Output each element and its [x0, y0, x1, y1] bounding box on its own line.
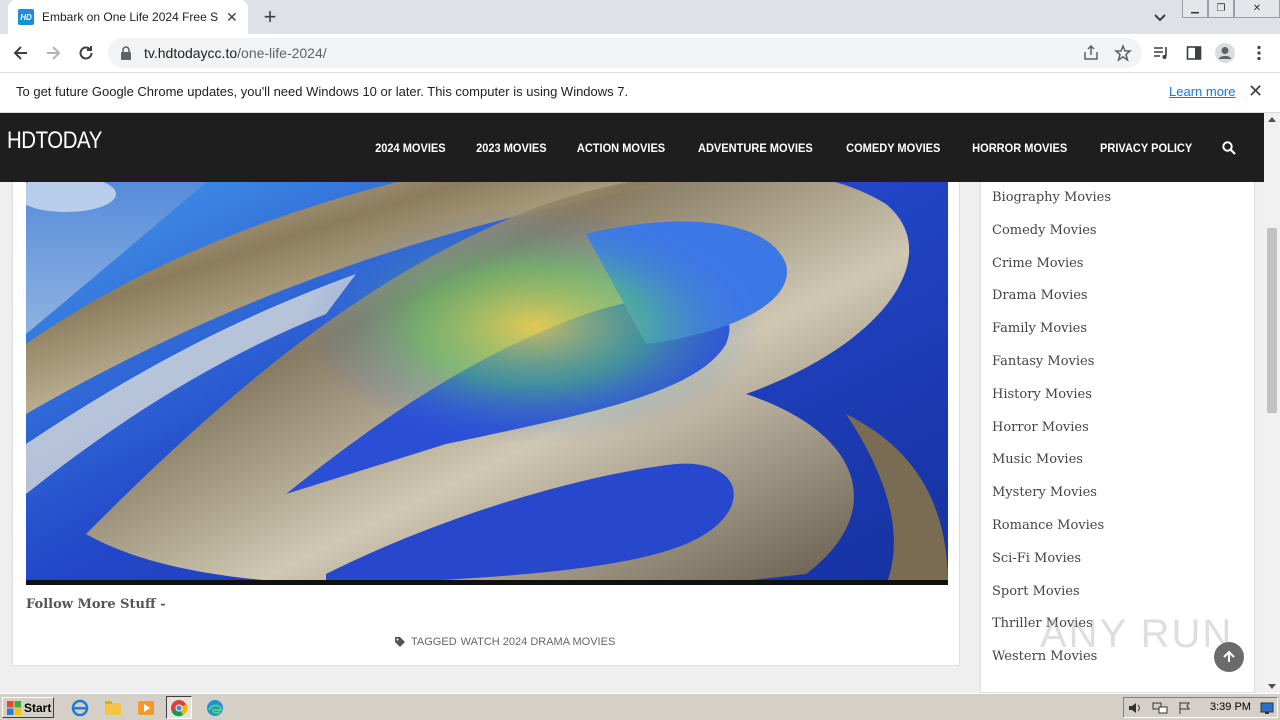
chrome-taskbar-button[interactable]	[166, 696, 192, 719]
category-link-biography-movies[interactable]: Biography Movies	[992, 182, 1254, 215]
back-arrow-icon[interactable]	[10, 42, 32, 64]
infobar-message: To get future Google Chrome updates, you…	[16, 84, 629, 99]
nav-item-2023-movies[interactable]: 2023 MOVIES	[476, 141, 547, 155]
scroll-thumb[interactable]	[1267, 228, 1277, 413]
nav-item-action-movies[interactable]: ACTION MOVIES	[577, 141, 665, 155]
site-favicon-icon: HD	[18, 9, 34, 25]
scroll-up-arrow-icon[interactable]	[1268, 117, 1276, 122]
category-list: Biography Movies Comedy Movies Crime Movie…	[981, 114, 1254, 674]
address-bar[interactable]: tv.hdtodaycc.to/one-life-2024/	[108, 38, 1142, 68]
nav-item-horror-movies[interactable]: HORROR MOVIES	[973, 141, 1068, 155]
scroll-down-arrow-icon[interactable]	[1268, 684, 1276, 689]
windows-taskbar: Start 3:39 PM	[0, 693, 1280, 720]
category-link-mystery-movies[interactable]: Mystery Movies	[992, 477, 1254, 510]
system-tray: 3:39 PM	[1123, 697, 1278, 718]
infobar-close-icon[interactable]: ✕	[1248, 81, 1263, 102]
post-tags: TAGGED WATCH 2024 DRAMA MOVIES	[395, 636, 615, 648]
new-tab-icon[interactable]: +	[258, 5, 282, 29]
category-link-fantasy-movies[interactable]: Fantasy Movies	[992, 346, 1254, 379]
page-scrollbar[interactable]	[1264, 113, 1280, 693]
forward-arrow-icon[interactable]	[42, 42, 64, 64]
category-link-drama-movies[interactable]: Drama Movies	[992, 280, 1254, 313]
anyrun-watermark: ANY RUN	[1040, 612, 1234, 656]
main-navigation: 2024 MOVIES 2023 MOVIES ACTION MOVIES ADVEN…	[372, 113, 1236, 182]
network-icon[interactable]	[1152, 701, 1168, 715]
file-explorer-icon[interactable]	[103, 698, 123, 718]
category-link-horror-movies[interactable]: Horror Movies	[992, 412, 1254, 445]
window-close-icon[interactable]: ✕	[1234, 0, 1280, 18]
page-viewport: Follow More Stuff - TAGGED WATCH 2024 DR…	[0, 113, 1264, 693]
restore-icon[interactable]: ❐	[1208, 0, 1234, 18]
category-link-sport-movies[interactable]: Sport Movies	[992, 576, 1254, 609]
nav-item-2024-movies[interactable]: 2024 MOVIES	[375, 141, 446, 155]
window-controls: ▁ ❐ ✕	[1182, 0, 1280, 18]
profile-avatar-icon[interactable]	[1214, 42, 1236, 64]
volume-icon[interactable]	[1128, 701, 1142, 715]
tag-prefix: TAGGED	[411, 636, 457, 648]
follow-more-text: Follow More Stuff -	[26, 597, 166, 612]
back-to-top-button[interactable]	[1214, 642, 1244, 672]
learn-more-link[interactable]: Learn more	[1169, 84, 1235, 99]
search-icon[interactable]	[1222, 140, 1236, 155]
minimize-icon[interactable]: ▁	[1182, 0, 1208, 18]
site-logo[interactable]: HDTODAY	[7, 127, 102, 155]
movie-hero-image	[26, 114, 948, 585]
category-link-family-movies[interactable]: Family Movies	[992, 313, 1254, 346]
bookmark-star-icon[interactable]	[1114, 44, 1132, 62]
article-card: Follow More Stuff - TAGGED WATCH 2024 DR…	[12, 113, 960, 666]
category-link-crime-movies[interactable]: Crime Movies	[992, 248, 1254, 281]
category-link-history-movies[interactable]: History Movies	[992, 379, 1254, 412]
browser-toolbar: tv.hdtodaycc.to/one-life-2024/	[0, 34, 1280, 72]
start-label: Start	[24, 700, 52, 715]
edge-icon[interactable]	[205, 698, 225, 718]
url-text: tv.hdtodaycc.to/one-life-2024/	[144, 45, 327, 61]
arrow-up-icon	[1223, 650, 1235, 662]
url-path: /one-life-2024/	[237, 45, 327, 61]
tags-icon	[395, 637, 405, 647]
browser-tab[interactable]: HD Embark on One Life 2024 Free Streamin…	[8, 0, 248, 34]
nav-item-privacy-policy[interactable]: PRIVACY POLICY	[1100, 141, 1192, 155]
internet-explorer-icon[interactable]	[70, 698, 90, 718]
chevron-down-icon[interactable]	[1150, 7, 1170, 27]
share-icon[interactable]	[1082, 44, 1100, 62]
media-control-icon[interactable]	[1150, 42, 1172, 64]
category-link-comedy-movies[interactable]: Comedy Movies	[992, 215, 1254, 248]
update-infobar: To get future Google Chrome updates, you…	[0, 72, 1280, 113]
system-clock[interactable]: 3:39 PM	[1210, 701, 1251, 713]
site-header: HDTODAY 2024 MOVIES 2023 MOVIES ACTION MOV…	[0, 113, 1264, 182]
tab-close-icon[interactable]: ✕	[226, 9, 238, 26]
kebab-menu-icon[interactable]	[1248, 42, 1270, 64]
nav-item-comedy-movies[interactable]: COMEDY MOVIES	[846, 141, 940, 155]
wb-logo-image	[26, 114, 948, 585]
lock-icon[interactable]	[120, 46, 132, 60]
tab-title: Embark on One Life 2024 Free Streaming	[42, 10, 218, 24]
category-sidebar: Biography Movies Comedy Movies Crime Movie…	[980, 113, 1255, 693]
media-player-icon[interactable]	[136, 698, 156, 718]
windows-flag-icon	[7, 700, 21, 715]
side-panel-icon[interactable]	[1183, 42, 1205, 64]
nav-item-adventure-movies[interactable]: ADVENTURE MOVIES	[698, 141, 813, 155]
reload-icon[interactable]	[75, 42, 97, 64]
tag-link[interactable]: WATCH 2024 DRAMA MOVIES	[461, 636, 616, 648]
action-center-flag-icon[interactable]	[1178, 701, 1192, 715]
category-link-sci-fi-movies[interactable]: Sci-Fi Movies	[992, 543, 1254, 576]
browser-tab-strip: HD Embark on One Life 2024 Free Streamin…	[0, 0, 1280, 34]
start-button[interactable]: Start	[2, 697, 54, 718]
url-domain: tv.hdtodaycc.to	[144, 45, 238, 61]
category-link-music-movies[interactable]: Music Movies	[992, 444, 1254, 477]
category-link-romance-movies[interactable]: Romance Movies	[992, 510, 1254, 543]
chrome-icon	[171, 699, 188, 716]
show-desktop-icon[interactable]	[1260, 701, 1274, 715]
